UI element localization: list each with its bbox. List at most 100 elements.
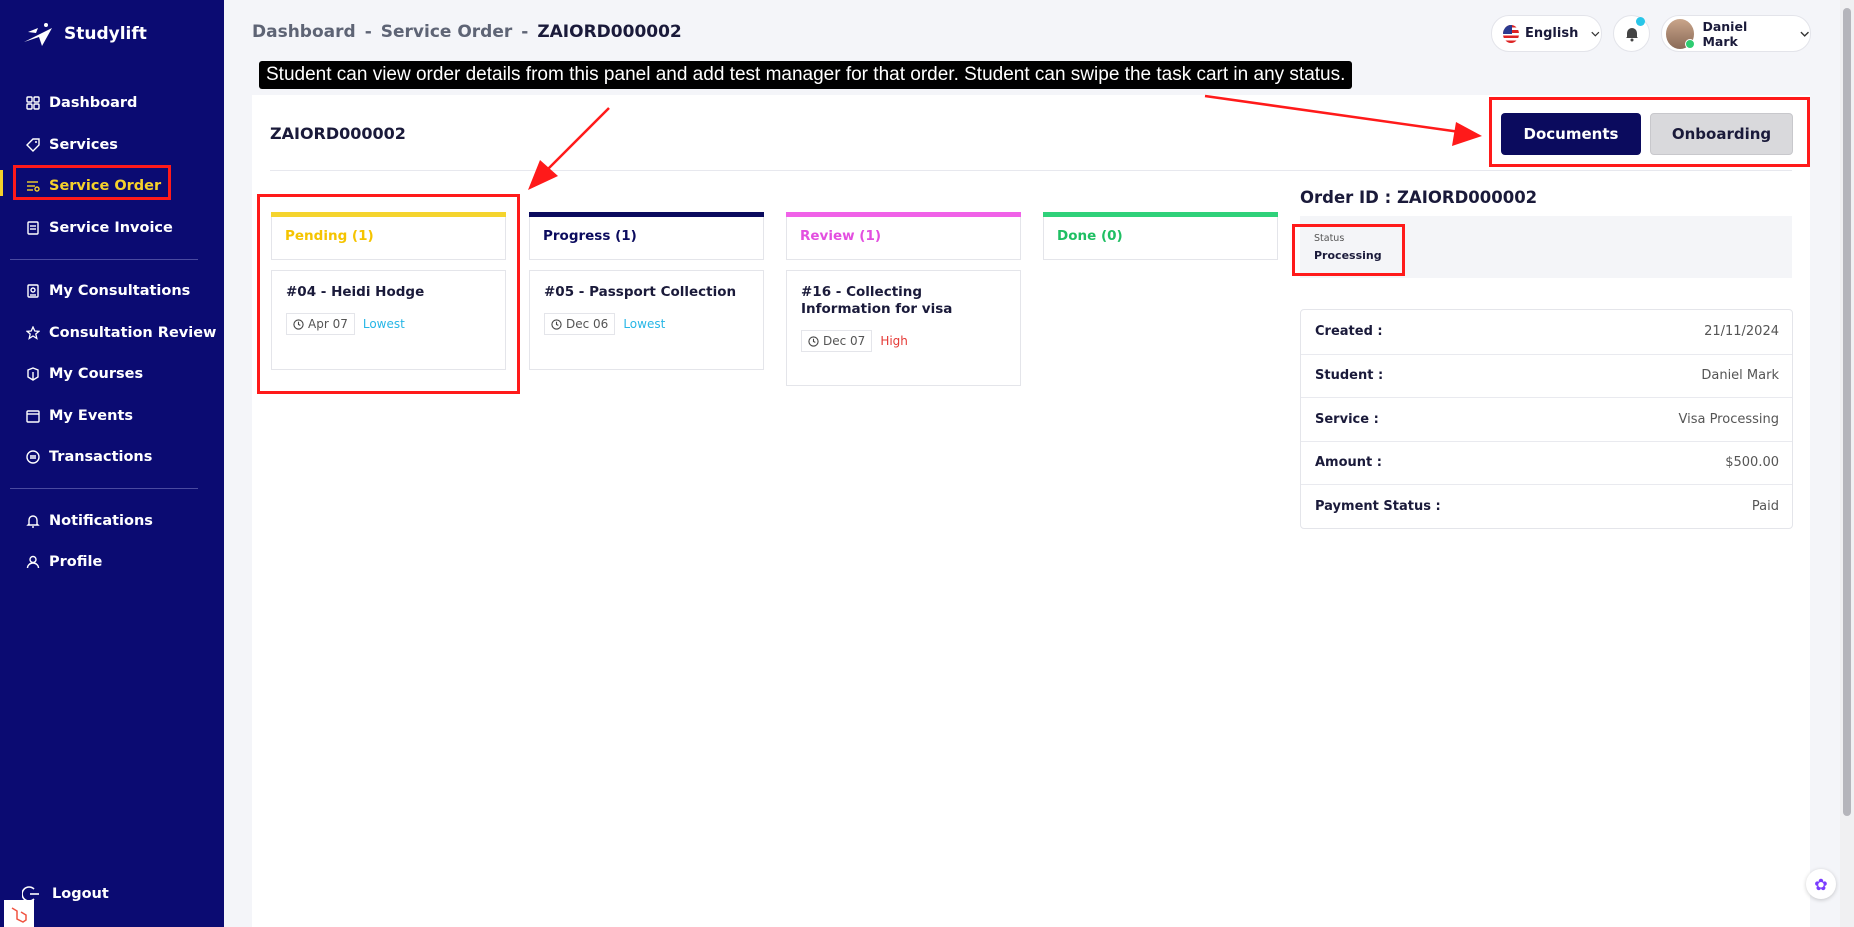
sidebar-item-label: Transactions bbox=[49, 449, 153, 465]
info-key: Amount : bbox=[1315, 455, 1382, 471]
chevron-down-icon bbox=[1800, 31, 1809, 37]
clock-icon bbox=[551, 318, 562, 330]
column-label: Progress (1) bbox=[543, 228, 637, 244]
column-label: Done (0) bbox=[1057, 228, 1123, 244]
sidebar-item-label: Services bbox=[49, 137, 118, 153]
info-row-service: Service : Visa Processing bbox=[1301, 397, 1792, 441]
order-title: ZAIORD000002 bbox=[270, 124, 406, 143]
sidebar-item-service-invoice[interactable]: Service Invoice bbox=[26, 216, 173, 240]
panel-divider bbox=[270, 170, 1792, 171]
tag-icon bbox=[26, 138, 40, 152]
column-color-bar bbox=[786, 212, 1021, 217]
invoice-icon bbox=[27, 221, 39, 235]
grid-icon bbox=[26, 96, 40, 110]
column-review: Review (1) bbox=[786, 212, 1021, 260]
assistant-icon[interactable]: ✿ bbox=[1806, 869, 1836, 899]
sidebar-divider bbox=[10, 259, 198, 260]
breadcrumb-separator: - bbox=[521, 22, 529, 42]
task-date: Dec 06 bbox=[544, 313, 616, 335]
sidebar-item-label: My Events bbox=[49, 408, 134, 424]
task-priority: Lowest bbox=[623, 317, 666, 331]
user-icon bbox=[26, 555, 40, 569]
bell-icon bbox=[26, 515, 40, 528]
us-flag-icon bbox=[1503, 24, 1519, 43]
sidebar-item-my-courses[interactable]: My Courses bbox=[26, 362, 143, 386]
info-value: 21/11/2024 bbox=[1704, 324, 1779, 340]
tutorial-tooltip: Student can view order details from this… bbox=[259, 61, 1353, 89]
buttons-highlight bbox=[1489, 97, 1810, 167]
bell-icon bbox=[1625, 27, 1638, 41]
info-row-created: Created : 21/11/2024 bbox=[1301, 310, 1792, 354]
star-icon bbox=[26, 326, 40, 340]
status-highlight bbox=[1292, 224, 1405, 276]
transactions-icon bbox=[26, 450, 40, 464]
sidebar: Studylift Dashboard Services Service Ord… bbox=[0, 0, 224, 927]
scrollbar-thumb[interactable] bbox=[1843, 8, 1851, 816]
sidebar-item-consultation-review[interactable]: Consultation Review bbox=[26, 321, 216, 345]
task-meta: Dec 06 Lowest bbox=[544, 313, 749, 335]
task-date-text: Dec 06 bbox=[566, 317, 609, 331]
task-title: #16 - Collecting Information for visa bbox=[801, 284, 953, 317]
task-card[interactable]: #16 - Collecting Information for visa De… bbox=[786, 270, 1021, 386]
info-value: Visa Processing bbox=[1678, 411, 1779, 427]
sidebar-item-services[interactable]: Services bbox=[26, 133, 118, 157]
user-menu[interactable]: Daniel Mark bbox=[1661, 15, 1811, 52]
logo-icon bbox=[24, 23, 52, 46]
sidebar-item-notifications[interactable]: Notifications bbox=[26, 509, 153, 533]
task-title: #05 - Passport Collection bbox=[544, 284, 737, 300]
sidebar-item-transactions[interactable]: Transactions bbox=[26, 445, 152, 469]
sidebar-item-my-events[interactable]: My Events bbox=[26, 404, 133, 428]
sidebar-item-label: Service Invoice bbox=[49, 220, 173, 236]
avatar bbox=[1666, 18, 1696, 49]
sidebar-item-label: My Consultations bbox=[49, 283, 191, 299]
order-id-heading: Order ID : ZAIORD000002 bbox=[1300, 188, 1538, 207]
breadcrumb-dashboard[interactable]: Dashboard bbox=[252, 22, 356, 42]
info-value: $500.00 bbox=[1725, 455, 1779, 471]
logout-label: Logout bbox=[52, 886, 109, 902]
info-key: Payment Status : bbox=[1315, 498, 1441, 514]
task-date-text: Dec 07 bbox=[823, 334, 866, 348]
breadcrumb-service-order[interactable]: Service Order bbox=[381, 22, 513, 42]
breadcrumb-current: ZAIORD000002 bbox=[537, 22, 682, 42]
column-color-bar bbox=[1043, 212, 1278, 217]
notification-dot bbox=[1636, 17, 1645, 26]
task-date: Dec 07 bbox=[801, 330, 873, 352]
column-done: Done (0) bbox=[1043, 212, 1278, 260]
chevron-down-icon bbox=[1591, 31, 1600, 37]
language-selector[interactable]: English bbox=[1491, 15, 1602, 52]
sidebar-item-label: Consultation Review bbox=[49, 325, 217, 341]
order-info-table: Created : 21/11/2024 Student : Daniel Ma… bbox=[1300, 309, 1793, 529]
task-card[interactable]: #05 - Passport Collection Dec 06 Lowest bbox=[529, 270, 764, 370]
app-logo[interactable]: Studylift bbox=[22, 20, 147, 48]
info-value: Daniel Mark bbox=[1701, 368, 1779, 384]
framework-logo-icon bbox=[4, 900, 34, 927]
breadcrumb: Dashboard - Service Order - ZAIORD000002 bbox=[252, 22, 682, 42]
clock-icon bbox=[808, 335, 819, 347]
sidebar-divider bbox=[10, 488, 198, 489]
logout-button[interactable]: Logout bbox=[22, 885, 109, 903]
column-progress: Progress (1) bbox=[529, 212, 764, 260]
sidebar-item-profile[interactable]: Profile bbox=[26, 550, 102, 574]
sidebar-item-dashboard[interactable]: Dashboard bbox=[26, 91, 137, 115]
pending-card-highlight bbox=[257, 194, 520, 394]
info-value: Paid bbox=[1751, 498, 1779, 514]
course-icon bbox=[27, 367, 39, 381]
info-key: Service : bbox=[1315, 411, 1379, 427]
task-priority: High bbox=[880, 334, 908, 348]
info-row-amount: Amount : $500.00 bbox=[1301, 440, 1792, 485]
breadcrumb-separator: - bbox=[364, 22, 372, 42]
info-row-payment-status: Payment Status : Paid bbox=[1301, 484, 1792, 528]
info-row-student: Student : Daniel Mark bbox=[1301, 353, 1792, 398]
info-key: Created : bbox=[1315, 324, 1383, 340]
sidebar-item-label: Notifications bbox=[49, 513, 153, 529]
column-color-bar bbox=[529, 212, 764, 217]
sidebar-item-my-consultations[interactable]: My Consultations bbox=[26, 279, 190, 303]
active-indicator bbox=[0, 170, 3, 196]
consultation-icon bbox=[27, 284, 39, 298]
column-label: Review (1) bbox=[800, 228, 882, 244]
notification-button[interactable] bbox=[1613, 15, 1650, 52]
calendar-icon bbox=[26, 410, 40, 423]
service-order-highlight bbox=[13, 165, 171, 200]
app-name: Studylift bbox=[64, 24, 147, 44]
info-key: Student : bbox=[1315, 368, 1384, 384]
